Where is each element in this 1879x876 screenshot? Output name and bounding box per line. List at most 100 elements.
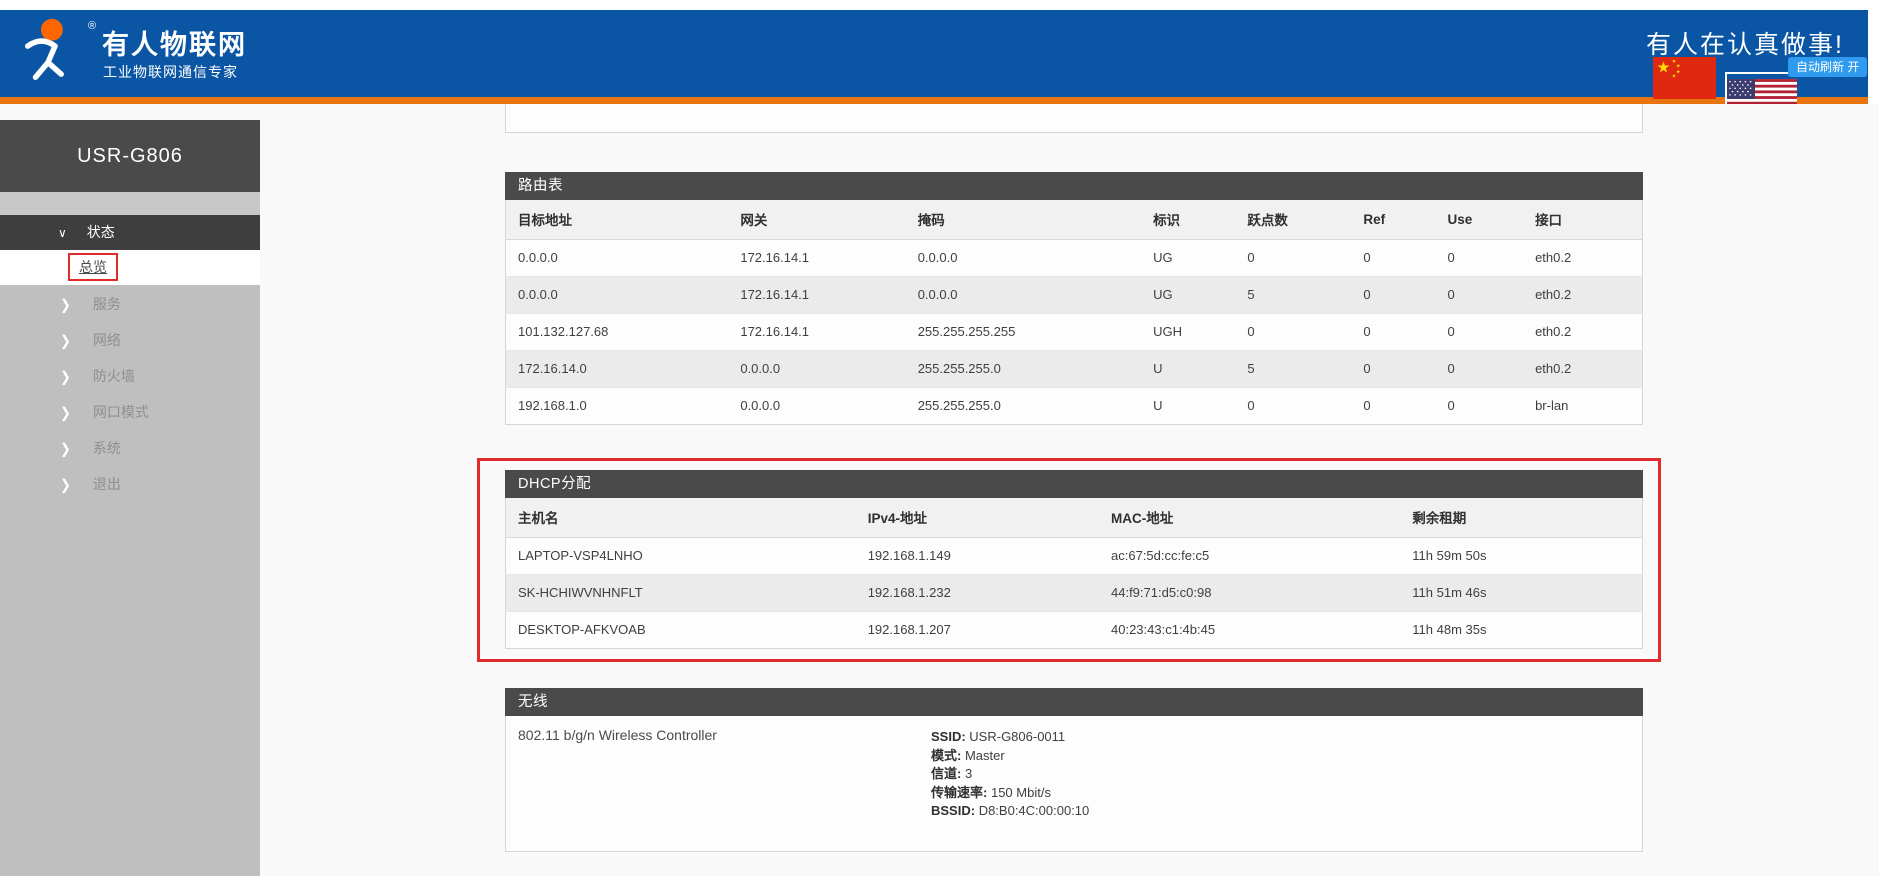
table-cell: 0	[1436, 313, 1524, 350]
table-row: LAPTOP-VSP4LNHO192.168.1.149ac:67:5d:cc:…	[506, 537, 1643, 574]
table-cell: U	[1141, 350, 1235, 387]
table-cell: 101.132.127.68	[506, 313, 729, 350]
table-cell: 172.16.14.1	[728, 239, 905, 276]
table-cell: 0	[1235, 387, 1351, 424]
table-cell: UG	[1141, 239, 1235, 276]
table-row: 0.0.0.0172.16.14.10.0.0.0UG000eth0.2	[506, 239, 1643, 276]
table-cell: 0	[1351, 350, 1435, 387]
table-row: DESKTOP-AFKVOAB192.168.1.20740:23:43:c1:…	[506, 611, 1643, 648]
sidebar-item-label: 网络	[93, 332, 121, 348]
sidebar-item-overview[interactable]: 总览	[0, 250, 260, 285]
table-cell: 0	[1351, 239, 1435, 276]
chevron-right-icon: ❯	[60, 465, 71, 505]
sidebar-divider	[0, 192, 260, 215]
chevron-right-icon: ❯	[60, 285, 71, 325]
sidebar-item-label: 防火墙	[93, 368, 135, 384]
table-cell: 0	[1235, 313, 1351, 350]
table-row: SK-HCHIWVNHNFLT192.168.1.23244:f9:71:d5:…	[506, 574, 1643, 611]
wireless-section: 无线 802.11 b/g/n Wireless Controller SSID…	[505, 688, 1643, 852]
detail-label: BSSID:	[931, 803, 975, 818]
detail-value: 150 Mbit/s	[991, 785, 1051, 800]
sidebar-group-status[interactable]: ∨状态	[0, 215, 260, 250]
sidebar-item-system[interactable]: ❯系统	[0, 430, 260, 466]
header-accent-bar	[0, 97, 1868, 104]
table-header-row: 目标地址 网关 掩码 标识 跃点数 Ref Use 接口	[506, 200, 1643, 239]
detail-label: 模式:	[931, 748, 961, 763]
wireless-details: SSID: USR-G806-0011 模式: Master 信道: 3 传输速…	[931, 728, 1089, 821]
table-cell: SK-HCHIWVNHNFLT	[506, 574, 856, 611]
detail-value: 3	[965, 766, 972, 781]
table-cell: eth0.2	[1523, 276, 1642, 313]
sidebar-item-services[interactable]: ❯服务	[0, 286, 260, 322]
wireless-panel: 802.11 b/g/n Wireless Controller SSID: U…	[505, 716, 1643, 852]
column-header: MAC-地址	[1099, 498, 1400, 537]
routing-table-section: 路由表 目标地址 网关 掩码 标识 跃点数 Ref Use 接口 0.0.0.0…	[505, 172, 1643, 425]
app-header: ® 有人物联网 工业物联网通信专家 有人在认真做事!	[0, 10, 1868, 97]
dhcp-section-title: DHCP分配	[505, 470, 1643, 498]
table-cell: br-lan	[1523, 387, 1642, 424]
sidebar-menu: ❯服务 ❯ 网络 ❯ 防火墙 ❯网口模式 ❯系统 ❯ 退出	[0, 285, 260, 876]
table-row: 192.168.1.00.0.0.0255.255.255.0U000br-la…	[506, 387, 1643, 424]
table-cell: 11h 48m 35s	[1400, 611, 1642, 648]
wifi-detail-channel: 信道: 3	[931, 765, 1089, 784]
column-header: Use	[1436, 200, 1524, 239]
table-cell: 0	[1351, 276, 1435, 313]
sidebar-item-firewall[interactable]: ❯ 防火墙	[0, 358, 260, 394]
table-cell: DESKTOP-AFKVOAB	[506, 611, 856, 648]
column-header: 网关	[728, 200, 905, 239]
auto-refresh-toggle[interactable]: 自动刷新 开	[1788, 57, 1867, 77]
table-row: 0.0.0.0172.16.14.10.0.0.0UG500eth0.2	[506, 276, 1643, 313]
wireless-controller-label: 802.11 b/g/n Wireless Controller	[518, 727, 717, 743]
column-header: IPv4-地址	[856, 498, 1099, 537]
sidebar-item-logout[interactable]: ❯ 退出	[0, 466, 260, 502]
table-cell: 172.16.14.0	[506, 350, 729, 387]
table-cell: 255.255.255.0	[906, 350, 1141, 387]
table-cell: U	[1141, 387, 1235, 424]
device-name-block: USR-G806	[0, 120, 260, 192]
table-cell: 5	[1235, 276, 1351, 313]
column-header: 主机名	[506, 498, 856, 537]
scrolled-out-panel	[505, 104, 1643, 133]
table-header-row: 主机名 IPv4-地址 MAC-地址 剩余租期	[506, 498, 1643, 537]
table-cell: 192.168.1.0	[506, 387, 729, 424]
table-cell: 0	[1235, 239, 1351, 276]
chevron-right-icon: ❯	[60, 321, 71, 361]
table-cell: 172.16.14.1	[728, 276, 905, 313]
table-cell: 192.168.1.207	[856, 611, 1099, 648]
table-cell: LAPTOP-VSP4LNHO	[506, 537, 856, 574]
wifi-detail-bssid: BSSID: D8:B0:4C:00:00:10	[931, 802, 1089, 821]
table-cell: 0.0.0.0	[506, 276, 729, 313]
table-cell: 0	[1436, 350, 1524, 387]
table-cell: 0	[1436, 387, 1524, 424]
table-cell: 0.0.0.0	[728, 387, 905, 424]
dhcp-section: DHCP分配 主机名 IPv4-地址 MAC-地址 剩余租期 LAPTOP-VS…	[505, 470, 1643, 649]
chevron-right-icon: ❯	[60, 393, 71, 433]
router-admin-page: ® 有人物联网 工业物联网通信专家 有人在认真做事!	[0, 0, 1879, 876]
wifi-detail-mode: 模式: Master	[931, 747, 1089, 766]
table-cell: 5	[1235, 350, 1351, 387]
registered-trademark: ®	[88, 20, 96, 32]
column-header: 掩码	[906, 200, 1141, 239]
detail-label: 信道:	[931, 766, 961, 781]
flag-china-icon[interactable]	[1653, 56, 1716, 100]
table-cell: eth0.2	[1523, 239, 1642, 276]
table-cell: 0.0.0.0	[906, 276, 1141, 313]
chevron-right-icon: ❯	[60, 357, 71, 397]
table-cell: 255.255.255.0	[906, 387, 1141, 424]
detail-value: USR-G806-0011	[969, 729, 1065, 744]
detail-value: D8:B0:4C:00:00:10	[979, 803, 1090, 818]
table-cell: UG	[1141, 276, 1235, 313]
table-cell: 192.168.1.149	[856, 537, 1099, 574]
column-header: 标识	[1141, 200, 1235, 239]
brand-tagline: 工业物联网通信专家	[103, 62, 238, 82]
sidebar-item-label: 退出	[93, 476, 121, 492]
table-cell: 0	[1436, 239, 1524, 276]
sidebar-item-port-mode[interactable]: ❯网口模式	[0, 394, 260, 430]
table-cell: eth0.2	[1523, 313, 1642, 350]
sidebar-item-network[interactable]: ❯ 网络	[0, 322, 260, 358]
table-row: 172.16.14.00.0.0.0255.255.255.0U500eth0.…	[506, 350, 1643, 387]
overview-link[interactable]: 总览	[68, 253, 118, 281]
sidebar-group-label: 状态	[87, 224, 115, 240]
table-cell: 172.16.14.1	[728, 313, 905, 350]
column-header: Ref	[1351, 200, 1435, 239]
